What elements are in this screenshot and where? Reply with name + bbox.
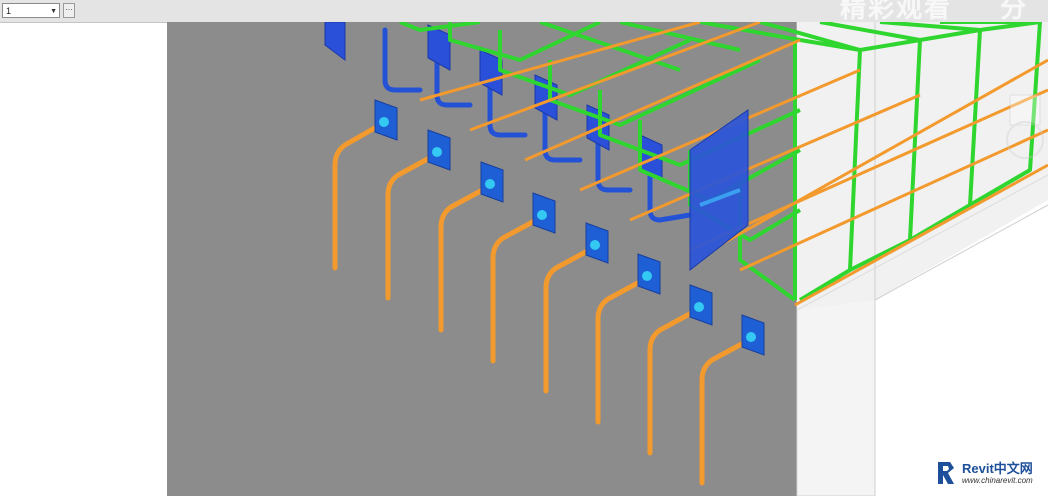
revit-r-icon xyxy=(938,462,954,484)
watermark-url: www.chinarevit.com xyxy=(962,476,1033,485)
slab-top xyxy=(797,22,1048,310)
chevron-down-icon: ▼ xyxy=(50,8,57,15)
type-selector-dropdown[interactable]: 1 ▼ xyxy=(2,3,60,18)
type-selector-value: 1 xyxy=(6,6,12,16)
properties-button[interactable]: ⋯ xyxy=(63,3,75,18)
3d-model-viewport[interactable] xyxy=(0,22,1048,496)
watermark-brand: Revit中文网 xyxy=(962,461,1033,476)
view-control-bar: 1 ▼ ⋯ 精彩观看 分享 xyxy=(0,0,1048,60)
watermark-logo: Revit中文网 www.chinarevit.com xyxy=(932,455,1044,491)
